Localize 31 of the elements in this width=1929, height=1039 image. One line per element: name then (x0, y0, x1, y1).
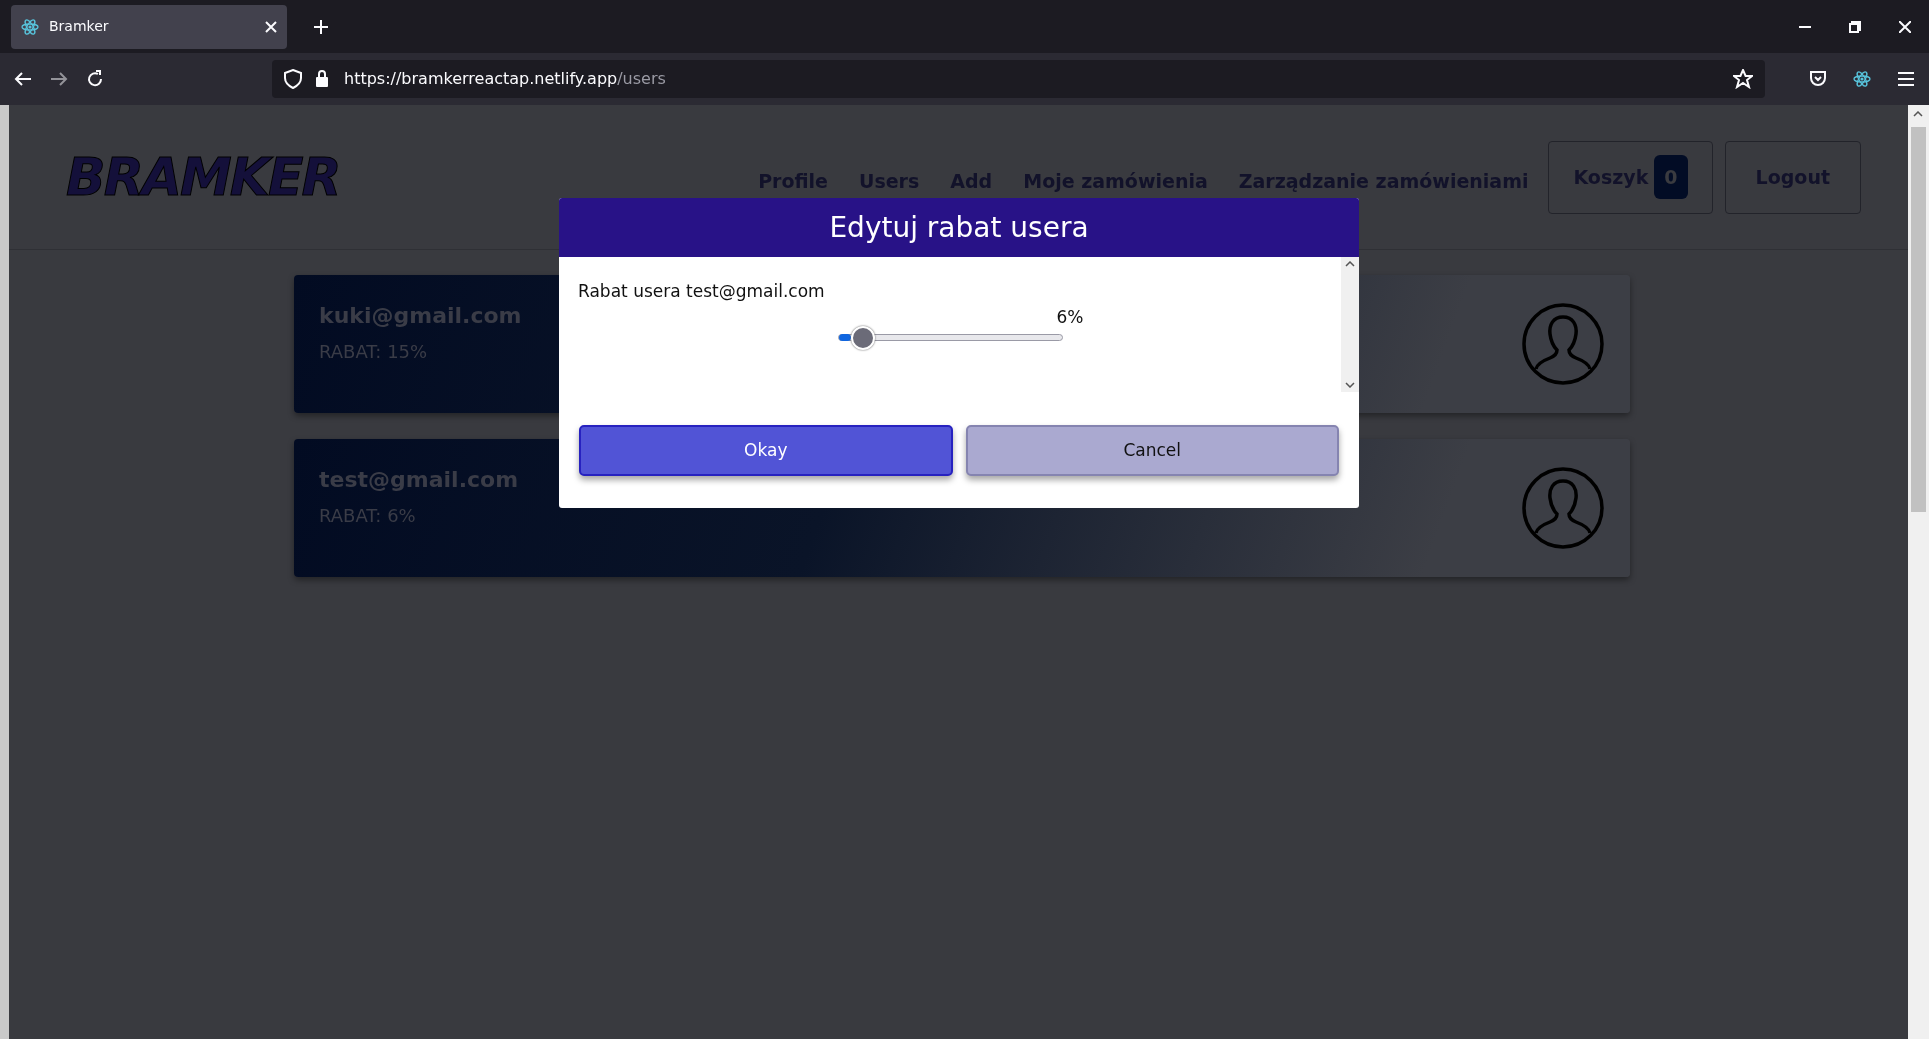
user-avatar-icon (1522, 467, 1604, 549)
tab-title: Bramker (49, 17, 110, 36)
plus-icon[interactable] (313, 18, 329, 35)
close-icon[interactable] (265, 20, 277, 33)
star-icon[interactable] (1733, 69, 1753, 89)
scroll-down-icon[interactable] (1345, 382, 1355, 388)
dialog-title: Edytuj rabat usera (559, 198, 1359, 257)
slider-value: 6% (1056, 305, 1084, 329)
close-icon[interactable] (1899, 20, 1911, 33)
reload-icon[interactable] (86, 70, 104, 88)
back-icon[interactable] (14, 71, 32, 87)
slider-thumb[interactable] (851, 326, 875, 350)
cancel-button[interactable]: Cancel (965, 425, 1339, 476)
forward-icon[interactable] (50, 71, 68, 87)
scrollbar-thumb[interactable] (1911, 127, 1926, 512)
scroll-up-icon[interactable] (1913, 111, 1923, 117)
restore-icon[interactable] (1849, 20, 1861, 33)
react-icon[interactable] (1853, 70, 1871, 88)
shield-icon (284, 69, 302, 89)
slider-label: Rabat usera test@gmail.com (578, 280, 826, 303)
user-avatar-icon (1522, 303, 1604, 385)
browser-tab[interactable]: Bramker (11, 4, 287, 49)
cart-count-badge: 0 (1654, 154, 1688, 200)
menu-icon[interactable] (1897, 71, 1915, 87)
pocket-icon[interactable] (1809, 70, 1827, 88)
react-icon (21, 17, 39, 36)
user-email: test@gmail.com (319, 466, 519, 494)
logo: BRAMKER (66, 146, 340, 209)
user-email: kuki@gmail.com (319, 302, 522, 330)
scroll-up-icon[interactable] (1345, 261, 1355, 267)
okay-button[interactable]: Okay (579, 425, 953, 476)
